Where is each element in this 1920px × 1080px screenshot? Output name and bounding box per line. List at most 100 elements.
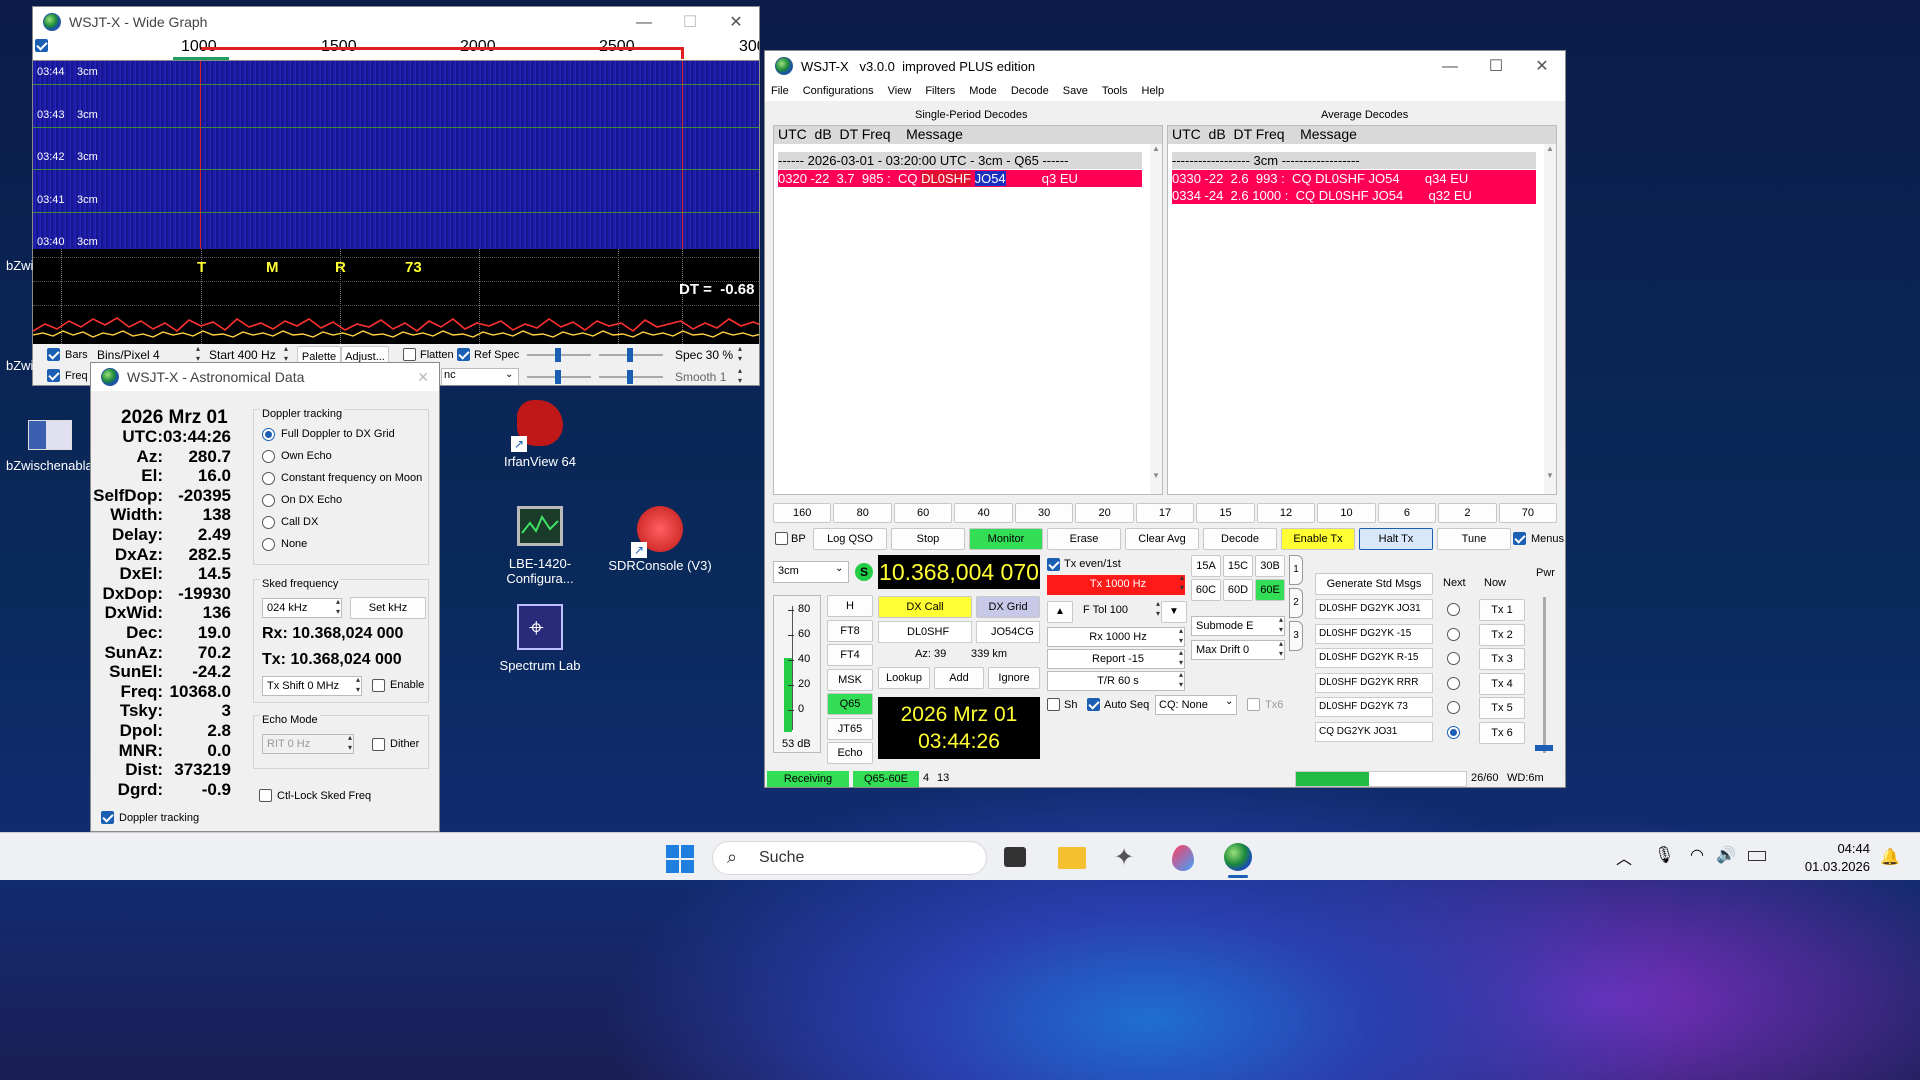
frequency-scale[interactable]: 1000 1500 2000 2500 300	[33, 37, 759, 61]
tx-message-field[interactable]: DL0SHF DG2YK 73	[1315, 697, 1433, 717]
mode-button-ft8[interactable]: FT8	[827, 619, 873, 642]
minimize-icon[interactable]: —	[621, 7, 667, 39]
band-button-12[interactable]: 12	[1256, 503, 1316, 523]
menu-item-file[interactable]: File	[771, 85, 789, 97]
radio-button[interactable]	[262, 450, 275, 463]
tx-now-button-6[interactable]: Tx 6	[1479, 721, 1525, 744]
tx-now-button-1[interactable]: Tx 1	[1479, 599, 1525, 621]
tx-up-button[interactable]: ▲	[1047, 601, 1073, 623]
dx-call-highlight[interactable]: DL0SHF	[921, 171, 971, 186]
tune-button[interactable]: Tune	[1437, 528, 1511, 550]
menu-item-help[interactable]: Help	[1142, 85, 1165, 97]
mode-button-ft4[interactable]: FT4	[827, 644, 873, 666]
mode-button-jt65[interactable]: JT65	[827, 717, 873, 740]
dx-grid-button[interactable]: DX Grid	[976, 596, 1040, 618]
decode-button[interactable]: Decode	[1203, 528, 1277, 550]
tx-freq-spinner[interactable]: Tx 1000 Hz	[1047, 573, 1185, 595]
tx-shift-enable-checkbox[interactable]	[372, 679, 385, 692]
ref-spec-checkbox[interactable]	[457, 348, 470, 361]
erase-button[interactable]: Erase	[1047, 528, 1121, 550]
band-button-80[interactable]: 80	[833, 503, 892, 523]
message-tab-2[interactable]: 2	[1289, 588, 1303, 618]
desktop-icon-lbe[interactable]: LBE-1420-Configura...	[478, 506, 602, 586]
tx-message-field[interactable]: DL0SHF DG2YK R-15	[1315, 648, 1433, 668]
search-box[interactable]: ⌕ Suche	[712, 841, 987, 875]
submode-button-15c[interactable]: 15C	[1223, 555, 1253, 577]
freq-checkbox[interactable]	[47, 369, 60, 382]
average-decode-line-1[interactable]: 0330 -22 2.6 993 : CQ DL0SHF JO54 q34 EU	[1172, 170, 1536, 187]
task-view-icon[interactable]	[1004, 847, 1026, 867]
report-spinner[interactable]: Report -15	[1047, 648, 1185, 669]
band-button-15[interactable]: 15	[1196, 503, 1255, 523]
slider-2[interactable]	[599, 348, 663, 362]
menu-item-configurations[interactable]: Configurations	[803, 85, 874, 97]
next-radio[interactable]	[1447, 676, 1460, 690]
close-icon[interactable]: ✕	[713, 7, 759, 39]
mode-button-msk[interactable]: MSK	[827, 668, 873, 691]
band-button-17[interactable]: 17	[1135, 503, 1195, 523]
band-button-60[interactable]: 60	[893, 503, 953, 523]
maximize-icon[interactable]: ☐	[1473, 51, 1519, 83]
radio-button[interactable]	[262, 494, 275, 507]
radio-button[interactable]	[262, 538, 275, 551]
rit-spinner[interactable]: RIT 0 Hz	[262, 733, 354, 754]
tx-message-field[interactable]: DL0SHF DG2YK JO31	[1315, 599, 1433, 619]
clock-time[interactable]: 04:44	[1800, 841, 1870, 856]
tr-period-spinner[interactable]: T/R 60 s	[1047, 670, 1185, 691]
microphone-icon[interactable]: 🎙	[1654, 845, 1674, 865]
bp-checkbox[interactable]	[775, 532, 788, 545]
wsjtx-taskbar-icon[interactable]	[1224, 843, 1252, 871]
submode-spinner[interactable]: Submode E	[1191, 615, 1285, 636]
tx-now-button-2[interactable]: Tx 2	[1479, 623, 1525, 646]
menu-item-save[interactable]: Save	[1063, 85, 1088, 97]
doppler-tracking-checkbox[interactable]	[101, 811, 114, 824]
set-khz-button[interactable]: Set kHz	[350, 597, 426, 619]
submode-button-60e[interactable]: 60E	[1255, 579, 1285, 601]
desktop-icon-spectrum-lab[interactable]: ⌖ Spectrum Lab	[494, 604, 586, 673]
average-scrollbar[interactable]: ▲ ▼	[1544, 144, 1556, 494]
doppler-option[interactable]: Constant frequency on Moon	[262, 472, 422, 485]
message-tab-3[interactable]: 3	[1289, 621, 1303, 651]
menu-item-view[interactable]: View	[888, 85, 912, 97]
tx6-checkbox[interactable]	[1247, 698, 1260, 711]
average-decodes-pane[interactable]: UTC dB DT Freq Message -----------------…	[1167, 125, 1557, 495]
band-button-6[interactable]: 6	[1377, 503, 1437, 523]
tx-now-button-5[interactable]: Tx 5	[1479, 697, 1525, 719]
enable-tx-button[interactable]: Enable Tx	[1281, 528, 1355, 550]
doppler-option[interactable]: Call DX	[262, 516, 318, 529]
next-radio[interactable]	[1447, 652, 1460, 665]
main-titlebar[interactable]: WSJT-X v3.0.0 improved PLUS edition — ☐ …	[765, 51, 1565, 81]
flatten-checkbox[interactable]	[403, 348, 416, 361]
clock-date[interactable]: 01.03.2026	[1790, 859, 1870, 874]
band-button-160[interactable]: 160	[773, 503, 832, 523]
wide-graph-titlebar[interactable]: WSJT-X - Wide Graph — ☐ ✕	[33, 7, 759, 37]
tx-message-field[interactable]: CQ DG2YK JO31	[1315, 721, 1433, 742]
next-radio[interactable]	[1447, 701, 1460, 714]
tx-now-button-4[interactable]: Tx 4	[1479, 672, 1525, 695]
dx-grid-field[interactable]: JO54CG	[976, 621, 1040, 643]
single-scrollbar[interactable]: ▲ ▼	[1150, 144, 1162, 494]
clear-avg-button[interactable]: Clear Avg	[1125, 528, 1199, 550]
dx-call-field[interactable]: DL0SHF	[878, 621, 972, 643]
slider-3[interactable]	[527, 370, 591, 384]
single-decodes-pane[interactable]: UTC dB DT Freq Message ------ 2026-03-01…	[773, 125, 1163, 495]
wifi-icon[interactable]: ◠	[1690, 845, 1704, 865]
close-icon[interactable]: ✕	[417, 369, 429, 386]
tx-message-field[interactable]: DL0SHF DG2YK -15	[1315, 623, 1433, 644]
menu-item-mode[interactable]: Mode	[969, 85, 997, 97]
next-radio[interactable]	[1447, 725, 1460, 739]
menus-checkbox[interactable]	[1513, 532, 1526, 545]
submode-button-60d[interactable]: 60D	[1223, 579, 1253, 601]
desktop-icon-sdrconsole[interactable]: ↗ SDRConsole (V3)	[608, 506, 712, 573]
dx-grid-highlight[interactable]: JO54	[974, 171, 1006, 186]
radio-button[interactable]	[262, 516, 275, 529]
satellite-app-icon[interactable]: ✦	[1114, 843, 1134, 872]
ftol-spinner[interactable]: F Tol 100	[1079, 599, 1161, 621]
band-button-70[interactable]: 70	[1498, 503, 1558, 523]
dither-checkbox[interactable]	[372, 738, 385, 751]
radio-button[interactable]	[262, 472, 275, 485]
band-button-2[interactable]: 2	[1438, 503, 1497, 523]
rx-freq-spinner[interactable]: Rx 1000 Hz	[1047, 626, 1185, 647]
mode-button-h[interactable]: H	[827, 595, 873, 617]
desktop-icon-irfanview[interactable]: ↗ IrfanView 64	[494, 400, 586, 469]
